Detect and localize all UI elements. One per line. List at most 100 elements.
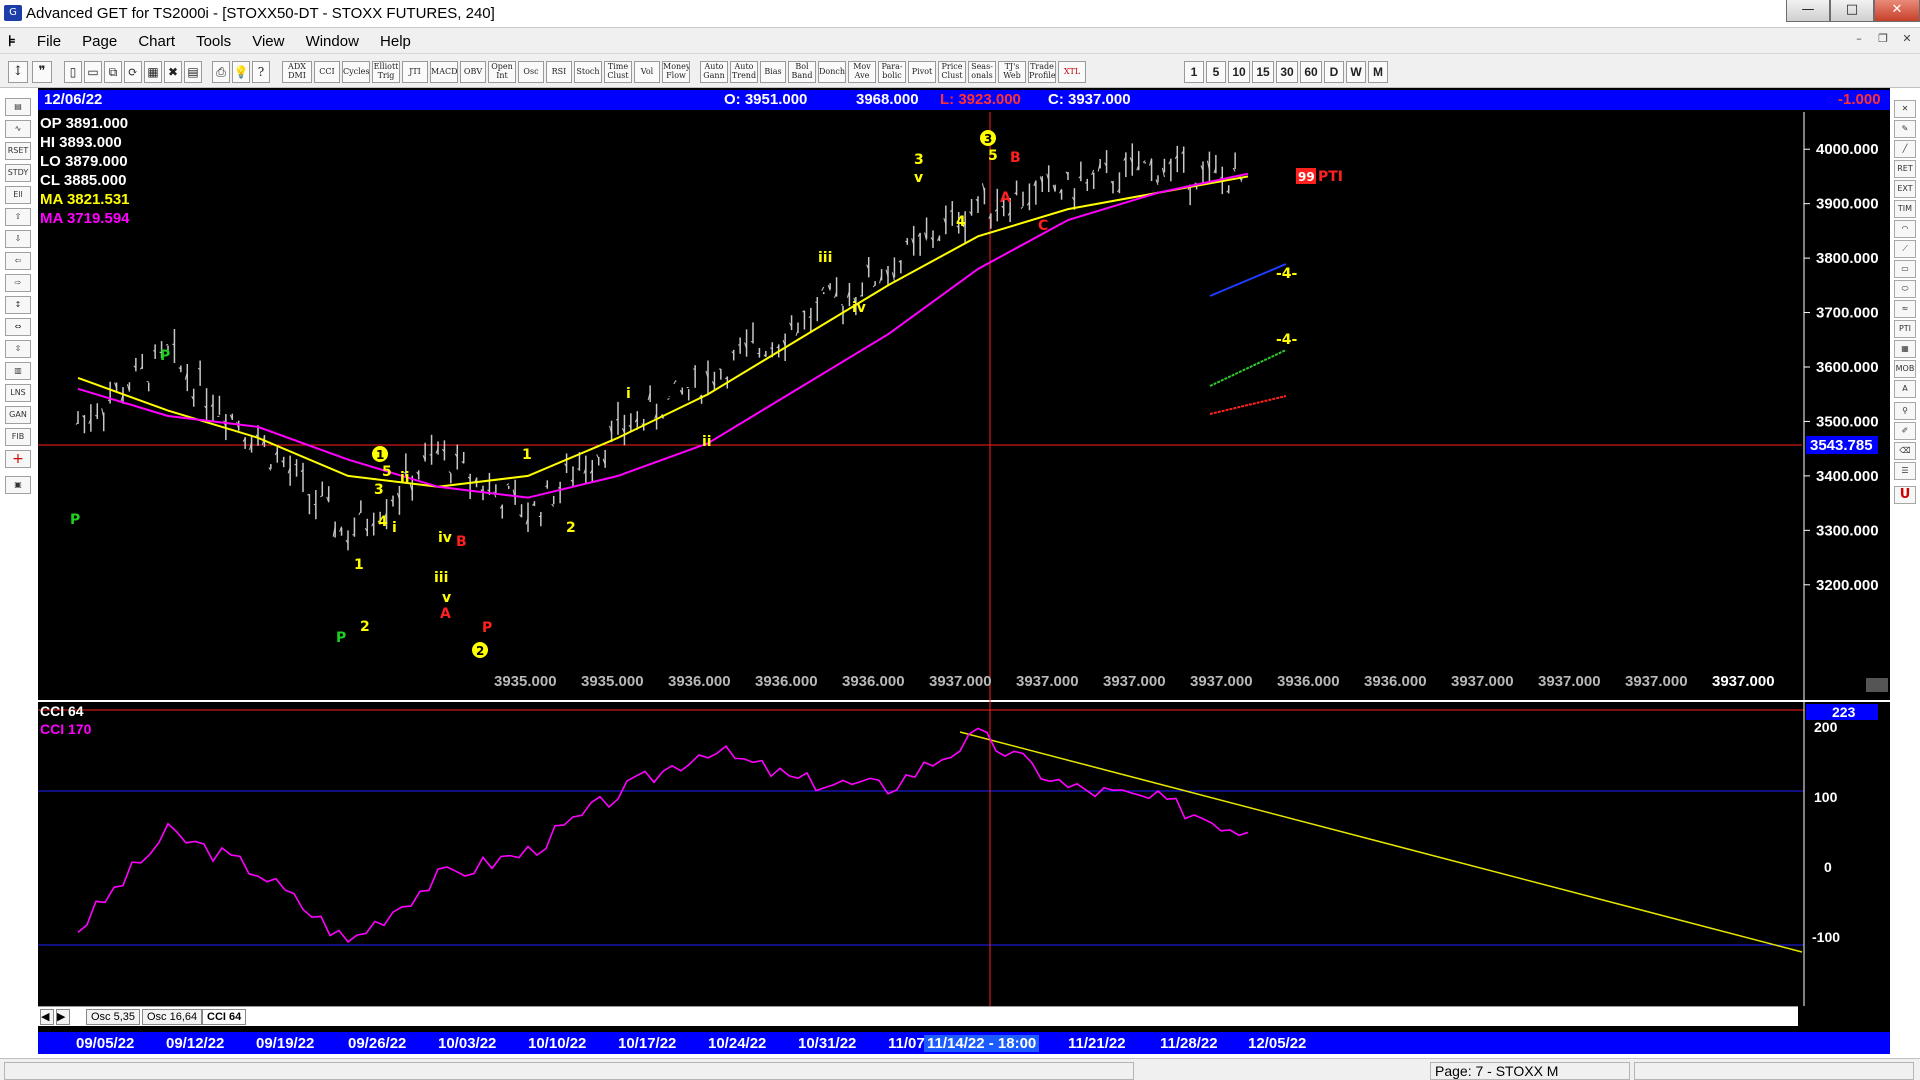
study-bol-band[interactable]: Bol Band: [788, 61, 816, 83]
fib-ext-icon[interactable]: EXT: [1894, 180, 1916, 198]
study-cci[interactable]: CCI: [314, 61, 340, 83]
list-tool-icon[interactable]: ☰: [1894, 462, 1916, 480]
up-arrow-icon[interactable]: ⇧: [5, 208, 31, 226]
tab-scroll-left-icon[interactable]: ◀: [40, 1009, 54, 1025]
channel-tool-icon[interactable]: ▭: [1894, 260, 1916, 278]
study-obv[interactable]: OBV: [460, 61, 486, 83]
eraser-tool-icon[interactable]: ⌫: [1894, 442, 1916, 460]
bar-tool-icon[interactable]: ▥: [5, 362, 31, 380]
menu-view[interactable]: View: [244, 29, 292, 50]
study-tjs-web[interactable]: TJ's Web: [998, 61, 1026, 83]
line-tool-icon[interactable]: ╱: [1894, 140, 1916, 158]
gann-tool-icon[interactable]: GAN: [5, 406, 31, 424]
pen-tool-icon[interactable]: ✎: [1894, 120, 1916, 138]
tab-osc-5-35[interactable]: Osc 5,35: [86, 1009, 141, 1025]
text-tool-icon[interactable]: A: [1894, 380, 1916, 398]
study-macd[interactable]: MACD: [430, 61, 458, 83]
study-auto-trend[interactable]: Auto Trend: [730, 61, 758, 83]
menu-chart[interactable]: Chart: [130, 29, 183, 50]
tab-osc-16-64[interactable]: Osc 16,64: [142, 1009, 203, 1025]
zoom-icon[interactable]: ⇳: [5, 340, 31, 358]
print-icon[interactable]: ⎙: [212, 61, 230, 83]
expand-icon[interactable]: ⇔: [5, 318, 31, 336]
study-adx-dmi[interactable]: ADX DMI: [282, 61, 312, 83]
doc-restore-icon[interactable]: ❐: [1872, 32, 1894, 50]
menu-tools[interactable]: Tools: [188, 29, 239, 50]
crosshair-icon[interactable]: +: [5, 450, 31, 468]
study-time-clust[interactable]: Time Clust: [604, 61, 632, 83]
layout-icon[interactable]: ▤: [184, 61, 202, 83]
wave-tool-icon[interactable]: ∿: [5, 120, 31, 138]
price-chart[interactable]: -4- -4- 99 PTI PPP21354 iiiiviiivABP12iii…: [38, 112, 1890, 702]
help-icon[interactable]: ?: [252, 61, 270, 83]
elliott-tool-icon[interactable]: Ell: [5, 186, 31, 204]
magnifier-icon[interactable]: ⚲: [1894, 402, 1916, 420]
minimize-button[interactable]: —: [1786, 0, 1830, 22]
lightbulb-icon[interactable]: 💡: [232, 61, 250, 83]
close-tool-icon[interactable]: ✕: [1894, 100, 1916, 118]
fib-time-icon[interactable]: TIM: [1894, 200, 1916, 218]
delete-icon[interactable]: ✖: [164, 61, 182, 83]
interval-m[interactable]: M: [1368, 61, 1388, 83]
study-trade-profile[interactable]: Trade Profile: [1028, 61, 1056, 83]
study-rsi[interactable]: RSI: [546, 61, 572, 83]
open-file-icon[interactable]: ▭: [84, 61, 102, 83]
lines-tool-icon[interactable]: LNS: [5, 384, 31, 402]
study-elliott-trig[interactable]: Elliott Trig: [372, 61, 400, 83]
menu-file[interactable]: File: [29, 29, 69, 50]
interval-1[interactable]: 1: [1184, 61, 1204, 83]
study-money-flow[interactable]: Money Flow: [662, 61, 690, 83]
new-file-icon[interactable]: ▯: [64, 61, 82, 83]
study-pivot[interactable]: Pivot: [908, 61, 936, 83]
interval-w[interactable]: W: [1346, 61, 1366, 83]
interval-d[interactable]: D: [1324, 61, 1344, 83]
interval-5[interactable]: 5: [1206, 61, 1226, 83]
study-jti[interactable]: JTI: [402, 61, 428, 83]
close-button[interactable]: ✕: [1874, 0, 1920, 22]
scroll-grip-icon[interactable]: [1866, 678, 1888, 692]
fib-ret-icon[interactable]: RET: [1894, 160, 1916, 178]
interval-60[interactable]: 60: [1300, 61, 1322, 83]
study-auto-gann[interactable]: Auto Gann: [700, 61, 728, 83]
fib-tool-icon[interactable]: FIB: [5, 428, 31, 446]
pti-tool-icon[interactable]: PTI: [1894, 320, 1916, 338]
tab-scroll-right-icon[interactable]: ▶: [56, 1009, 70, 1025]
interval-30[interactable]: 30: [1276, 61, 1298, 83]
cci-chart[interactable]: 223 200 100 0 -100 CCI 64 CCI 170: [38, 700, 1890, 1006]
study-vol[interactable]: Vol: [634, 61, 660, 83]
doc-close-icon[interactable]: ✕: [1896, 32, 1918, 50]
refresh-icon[interactable]: ⟳: [124, 61, 142, 83]
mob-tool-icon[interactable]: MOB: [1894, 360, 1916, 378]
cursor-tool-icon[interactable]: ↕: [8, 61, 28, 83]
fan-tool-icon[interactable]: ⟋: [1894, 240, 1916, 258]
grid-icon[interactable]: ▦: [144, 61, 162, 83]
quote-tool-icon[interactable]: ❞: [32, 61, 52, 83]
ellipse-tool-icon[interactable]: ⬭: [1894, 280, 1916, 298]
maximize-button[interactable]: □: [1830, 0, 1874, 22]
menu-help[interactable]: Help: [372, 29, 419, 50]
app-menu-icon[interactable]: ⊧: [0, 28, 24, 50]
left-arrow-icon[interactable]: ⇦: [5, 252, 31, 270]
study-price-clust[interactable]: Price Clust: [938, 61, 966, 83]
interval-10[interactable]: 10: [1228, 61, 1250, 83]
study-seasonals[interactable]: Seas-onals: [968, 61, 996, 83]
study-parabolic[interactable]: Para-bolic: [878, 61, 906, 83]
copy-icon[interactable]: ⧉: [104, 61, 122, 83]
reset-tool-icon[interactable]: RSET: [5, 142, 31, 160]
undo-tool-icon[interactable]: U: [1894, 486, 1916, 504]
study-osc[interactable]: Osc: [518, 61, 544, 83]
compress-icon[interactable]: ↕: [5, 296, 31, 314]
study-cycles[interactable]: Cycles: [342, 61, 370, 83]
study-xtl[interactable]: XTL: [1058, 61, 1086, 83]
study-bias[interactable]: Bias: [760, 61, 786, 83]
menu-window[interactable]: Window: [298, 29, 367, 50]
study-open-int[interactable]: Open Int: [488, 61, 516, 83]
down-arrow-icon[interactable]: ⇩: [5, 230, 31, 248]
menu-page[interactable]: Page: [74, 29, 125, 50]
study-donch[interactable]: Donch: [818, 61, 846, 83]
tab-cci-64[interactable]: CCI 64: [202, 1009, 247, 1025]
grid-tool-icon[interactable]: ▦: [1894, 340, 1916, 358]
study-mov-ave[interactable]: Mov Ave: [848, 61, 876, 83]
open-tool-icon[interactable]: ▤: [5, 98, 31, 116]
right-arrow-icon[interactable]: ⇨: [5, 274, 31, 292]
